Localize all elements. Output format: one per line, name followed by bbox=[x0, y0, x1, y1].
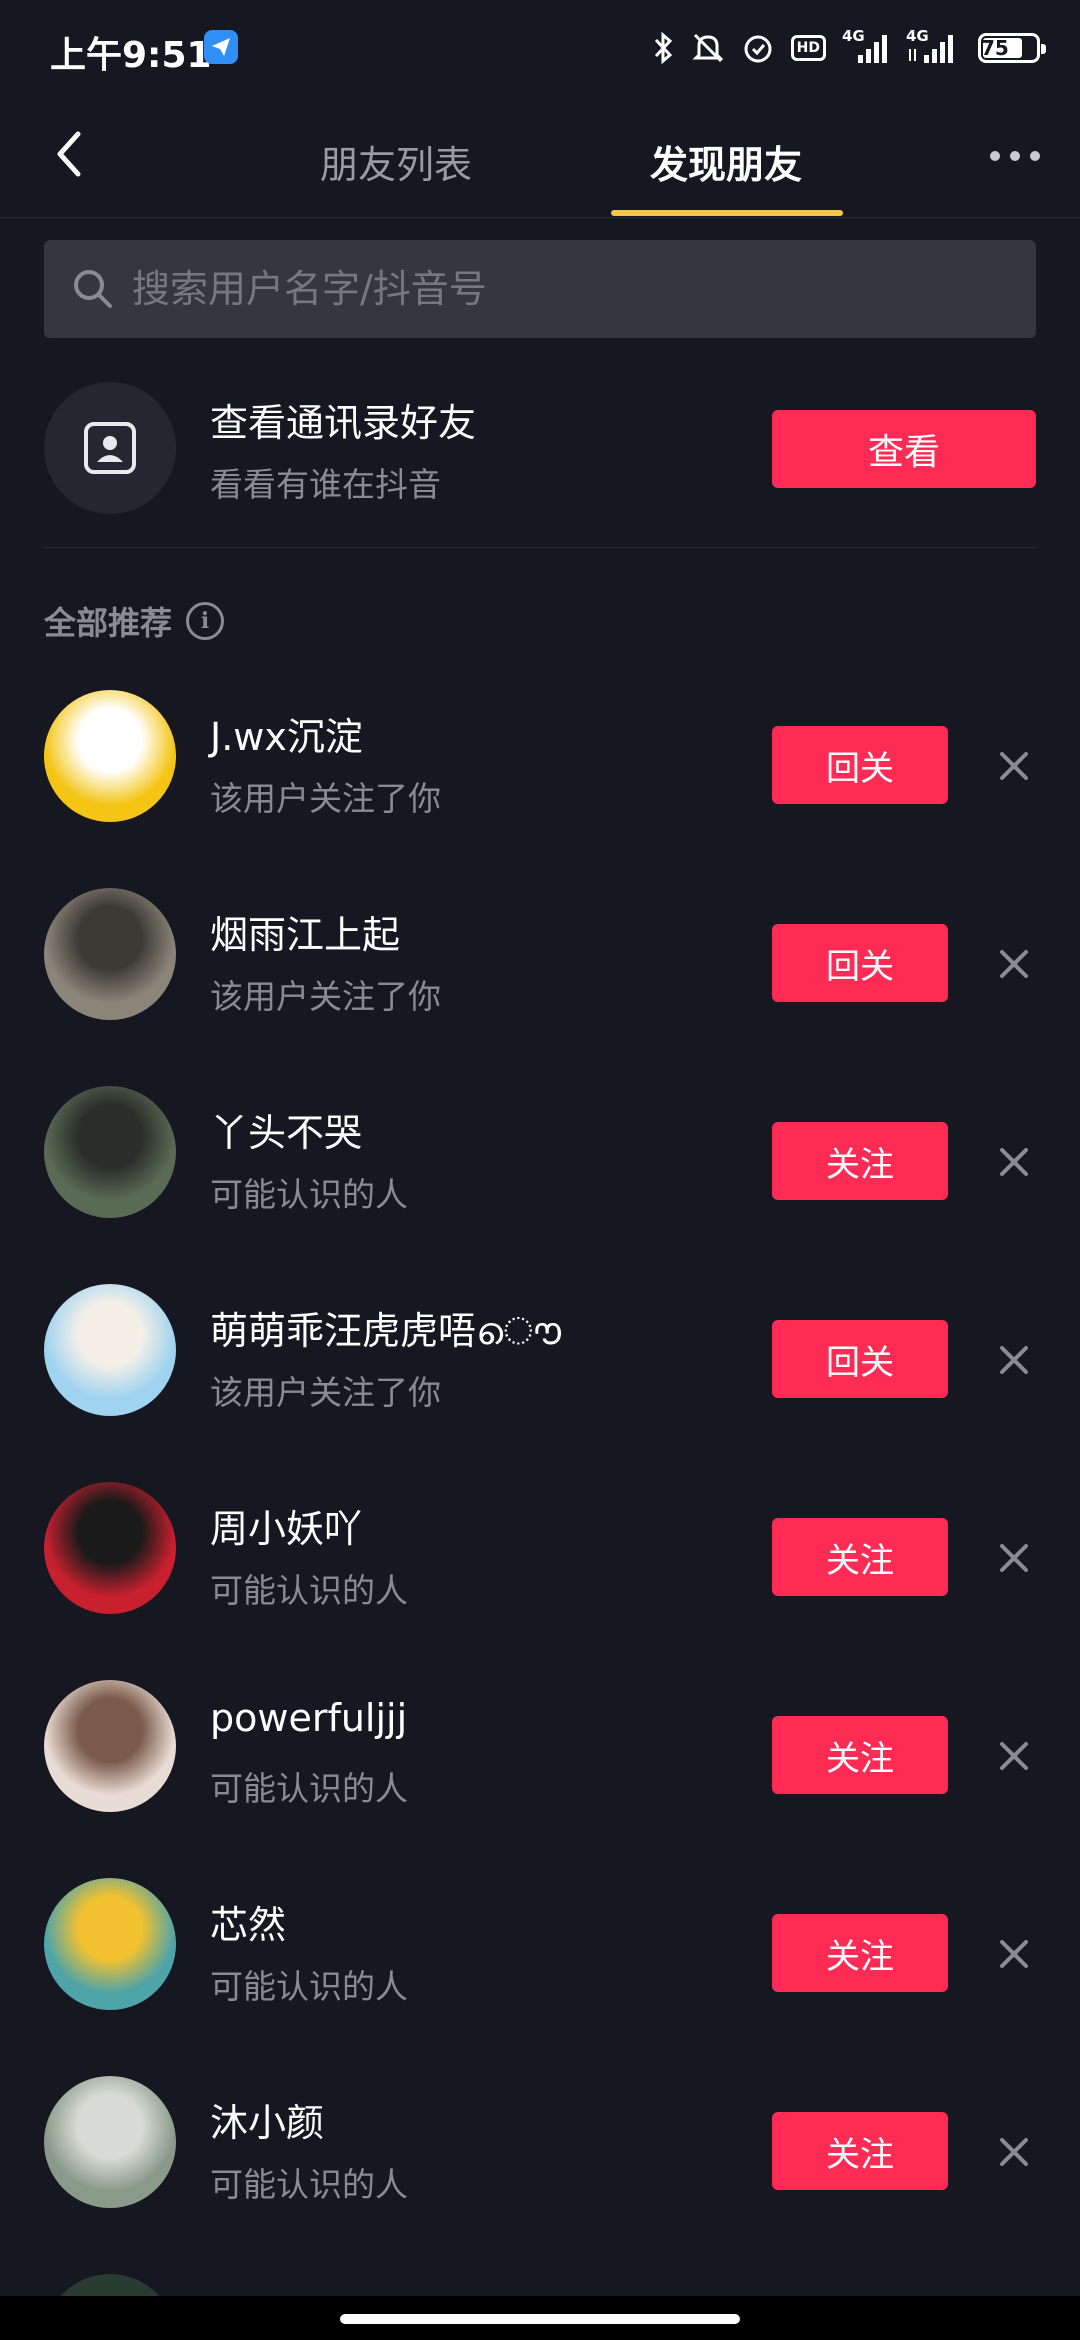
close-icon[interactable] bbox=[994, 1142, 1034, 1182]
battery-icon: 75 bbox=[978, 33, 1046, 63]
status-icons: HD 4G 4G 75 bbox=[653, 28, 1046, 68]
recommend-section-header: 全部推荐 i bbox=[44, 598, 225, 644]
user-row[interactable]: 萌萌乖汪虎虎唔ൌ 该用户关注了你 回关 bbox=[0, 1284, 1080, 1482]
user-row[interactable]: J.wx沉淀该用户关注了你 回关 bbox=[0, 690, 1080, 888]
close-icon[interactable] bbox=[994, 944, 1034, 984]
user-avatar[interactable] bbox=[44, 1482, 176, 1614]
follow-button[interactable]: 回关 bbox=[772, 924, 948, 1002]
app-notification-icon bbox=[204, 30, 238, 64]
close-icon[interactable] bbox=[994, 2132, 1034, 2172]
user-row[interactable]: 丫头不哭可能认识的人 关注 bbox=[0, 1086, 1080, 1284]
more-options-icon[interactable] bbox=[990, 146, 1050, 166]
close-icon[interactable] bbox=[994, 1538, 1034, 1578]
contacts-title: 查看通讯录好友 bbox=[210, 401, 477, 445]
close-icon[interactable] bbox=[994, 1736, 1034, 1776]
user-avatar[interactable] bbox=[44, 690, 176, 822]
user-name[interactable]: 丫头不哭 bbox=[210, 1102, 362, 1157]
back-arrow-icon[interactable] bbox=[44, 124, 104, 184]
follow-button[interactable]: 关注 bbox=[772, 2112, 948, 2190]
user-name[interactable]: 烟雨江上起 bbox=[210, 904, 400, 959]
user-relation-text: 可能认识的人 bbox=[210, 1967, 408, 2006]
tab-discover-friends[interactable]: 发现朋友 bbox=[650, 134, 802, 194]
user-relation-text: 该用户关注了你 bbox=[210, 977, 441, 1016]
follow-button[interactable]: 关注 bbox=[772, 1716, 948, 1794]
contacts-icon bbox=[44, 382, 176, 514]
user-name[interactable]: J.wx沉淀 bbox=[210, 706, 363, 761]
info-icon[interactable]: i bbox=[186, 602, 225, 640]
home-indicator[interactable] bbox=[340, 2314, 740, 2324]
user-avatar[interactable] bbox=[44, 1680, 176, 1812]
user-name[interactable]: 周小妖吖 bbox=[210, 1498, 362, 1553]
user-avatar[interactable] bbox=[44, 1086, 176, 1218]
status-time: 上午9:51 bbox=[50, 35, 212, 76]
section-title: 全部推荐 bbox=[44, 604, 173, 642]
top-nav: 朋友列表 发现朋友 bbox=[0, 96, 1080, 218]
system-nav-bar bbox=[0, 2296, 1080, 2340]
user-row[interactable]: 沐小颜可能认识的人 关注 bbox=[0, 2076, 1080, 2274]
search-icon bbox=[74, 270, 112, 308]
user-name[interactable]: powerfuljjj bbox=[210, 1696, 407, 1740]
contacts-friends-row[interactable]: 查看通讯录好友 看看有谁在抖音 查看 bbox=[44, 382, 1036, 548]
follow-button[interactable]: 回关 bbox=[772, 726, 948, 804]
tab-friend-list[interactable]: 朋友列表 bbox=[320, 134, 472, 194]
user-row[interactable]: 周小妖吖可能认识的人 关注 bbox=[0, 1482, 1080, 1680]
follow-button[interactable]: 关注 bbox=[772, 1518, 948, 1596]
user-relation-text: 该用户关注了你 bbox=[210, 1373, 441, 1412]
battery-level: 75 bbox=[981, 36, 1009, 60]
user-name[interactable]: 沐小颜 bbox=[210, 2092, 324, 2147]
bell-muted-icon bbox=[692, 33, 724, 63]
user-name[interactable]: 芯然 bbox=[210, 1894, 286, 1949]
user-relation-text: 可能认识的人 bbox=[210, 1769, 408, 1808]
close-icon[interactable] bbox=[994, 1934, 1034, 1974]
search-input[interactable] bbox=[132, 267, 992, 311]
user-avatar[interactable] bbox=[44, 888, 176, 1020]
partial-avatar bbox=[44, 2274, 176, 2296]
user-relation-text: 可能认识的人 bbox=[210, 2165, 408, 2204]
bluetooth-icon bbox=[654, 31, 672, 65]
active-tab-indicator bbox=[611, 210, 843, 216]
user-row[interactable]: powerfuljjj 可能认识的人 关注 bbox=[0, 1680, 1080, 1878]
user-relation-text: 可能认识的人 bbox=[210, 1175, 408, 1214]
close-icon[interactable] bbox=[994, 1340, 1034, 1380]
recommended-user-list: J.wx沉淀 该用户关注了你 回关 烟雨江上起 该用户关注了你 回关 丫头不哭 可能认识的人关… bbox=[0, 690, 1080, 2274]
hd-icon: HD bbox=[790, 35, 826, 61]
user-row[interactable]: 芯然可能认识的人 关注 bbox=[0, 1878, 1080, 2076]
signal-4g-icon-2: 4G bbox=[906, 29, 962, 65]
status-bar: 上午9:51 HD 4G 4G 75 bbox=[0, 0, 1080, 96]
search-bar[interactable] bbox=[44, 240, 1036, 338]
user-avatar[interactable] bbox=[44, 2076, 176, 2208]
follow-button[interactable]: 关注 bbox=[772, 1122, 948, 1200]
user-name[interactable]: 萌萌乖汪虎虎唔ൌ bbox=[210, 1300, 561, 1355]
signal-4g-icon: 4G bbox=[842, 29, 890, 65]
user-relation-text: 该用户关注了你 bbox=[210, 779, 441, 818]
follow-button[interactable]: 关注 bbox=[772, 1914, 948, 1992]
contacts-subtitle: 看看有谁在抖音 bbox=[210, 465, 441, 504]
user-relation-text: 可能认识的人 bbox=[210, 1571, 408, 1610]
close-icon[interactable] bbox=[994, 746, 1034, 786]
user-avatar[interactable] bbox=[44, 1284, 176, 1416]
alarm-icon bbox=[744, 35, 772, 63]
follow-button[interactable]: 回关 bbox=[772, 1320, 948, 1398]
user-avatar[interactable] bbox=[44, 1878, 176, 2010]
user-row[interactable]: 烟雨江上起该用户关注了你 回关 bbox=[0, 888, 1080, 1086]
view-contacts-button[interactable]: 查看 bbox=[772, 410, 1036, 488]
